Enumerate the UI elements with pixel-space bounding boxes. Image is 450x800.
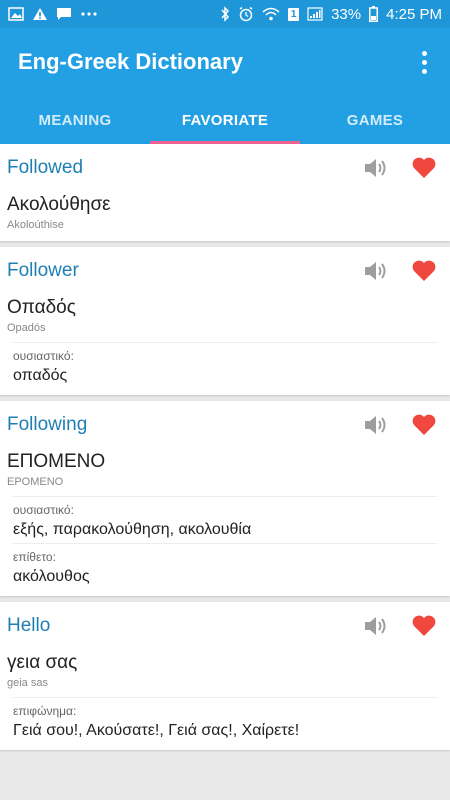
status-bar: 1 33% 4:25 PM [0, 0, 450, 28]
warning-icon [32, 7, 48, 21]
entry-word: Follower [7, 260, 79, 281]
entry-translation: γεια σας [7, 652, 78, 673]
list-item[interactable]: Follower Οπαδός Opadós ουσιαστικό: οπαδό… [0, 247, 450, 395]
sense-block: επιφώνημα: Γειά σου!, Ακούσατε!, Γειά σα… [13, 697, 437, 740]
sense-text: Γειά σου!, Ακούσατε!, Γειά σας!, Χαίρετε… [13, 722, 300, 739]
speaker-icon[interactable] [361, 155, 391, 181]
heart-icon[interactable] [409, 155, 439, 181]
tab-games[interactable]: GAMES [300, 96, 450, 144]
heart-icon[interactable] [409, 613, 439, 639]
part-of-speech: ουσιαστικό: [13, 349, 74, 363]
clock: 4:25 PM [386, 5, 442, 23]
tab-favoriate[interactable]: FAVORIATE [150, 96, 300, 144]
status-bar-left [8, 7, 98, 21]
message-icon [56, 7, 72, 21]
entry-translation: Ακολούθησε [7, 194, 111, 215]
sense-block: ουσιαστικό: εξής, παρακολούθηση, ακολουθ… [13, 496, 437, 539]
heart-icon[interactable] [409, 412, 439, 438]
speaker-icon[interactable] [361, 613, 391, 639]
speaker-icon[interactable] [361, 412, 391, 438]
entry-transliteration: EPOMENO [7, 476, 64, 488]
bluetooth-icon [220, 6, 230, 22]
app-title: Eng-Greek Dictionary [18, 49, 243, 74]
entry-transliteration: Opadós [7, 322, 46, 334]
sense-text: εξής, παρακολούθηση, ακολουθία [13, 521, 252, 538]
sim-icon: 1 [288, 7, 300, 21]
entry-translation: ΕΠΟΜΕΝΟ [7, 451, 106, 472]
more-options-icon[interactable] [412, 42, 436, 82]
signal-icon [307, 7, 323, 21]
sense-block: ουσιαστικό: οπαδός [13, 342, 437, 385]
part-of-speech: επιφώνημα: [13, 704, 77, 718]
entry-transliteration: geia sas [7, 677, 48, 689]
tab-bar: MEANING FAVORIATE GAMES [0, 96, 450, 144]
entry-word: Following [7, 414, 88, 435]
list-item[interactable]: Following ΕΠΟΜΕΝΟ EPOMENO ουσιαστικό: εξ… [0, 401, 450, 596]
tab-meaning[interactable]: MEANING [0, 96, 150, 144]
entry-word: Hello [7, 615, 51, 636]
sim-label: 1 [290, 8, 297, 20]
entry-word: Followed [7, 157, 84, 178]
part-of-speech: επίθετο: [13, 550, 56, 564]
sense-block: επίθετο: ακόλουθος [13, 543, 437, 586]
battery-percent: 33% [331, 5, 362, 23]
entry-translation: Οπαδός [7, 297, 76, 318]
sense-text: οπαδός [13, 367, 68, 384]
battery-icon [369, 6, 379, 22]
alarm-icon [238, 6, 254, 22]
app-bar: Eng-Greek Dictionary [0, 28, 450, 96]
entry-transliteration: Akoloúthise [7, 219, 64, 231]
image-icon [8, 7, 24, 21]
more-notifications-icon [80, 11, 98, 17]
sense-text: ακόλουθος [13, 568, 90, 585]
wifi-icon [262, 7, 280, 21]
speaker-icon[interactable] [361, 258, 391, 284]
list-item[interactable]: Followed Ακολούθησε Akoloúthise [0, 144, 450, 241]
favorites-list: Followed Ακολούθησε Akoloúthise Follower [0, 144, 450, 800]
list-item[interactable]: Hello γεια σας geia sas επιφώνημα: Γειά … [0, 602, 450, 750]
heart-icon[interactable] [409, 258, 439, 284]
status-bar-right: 1 33% 4:25 PM [220, 6, 442, 23]
part-of-speech: ουσιαστικό: [13, 503, 74, 517]
